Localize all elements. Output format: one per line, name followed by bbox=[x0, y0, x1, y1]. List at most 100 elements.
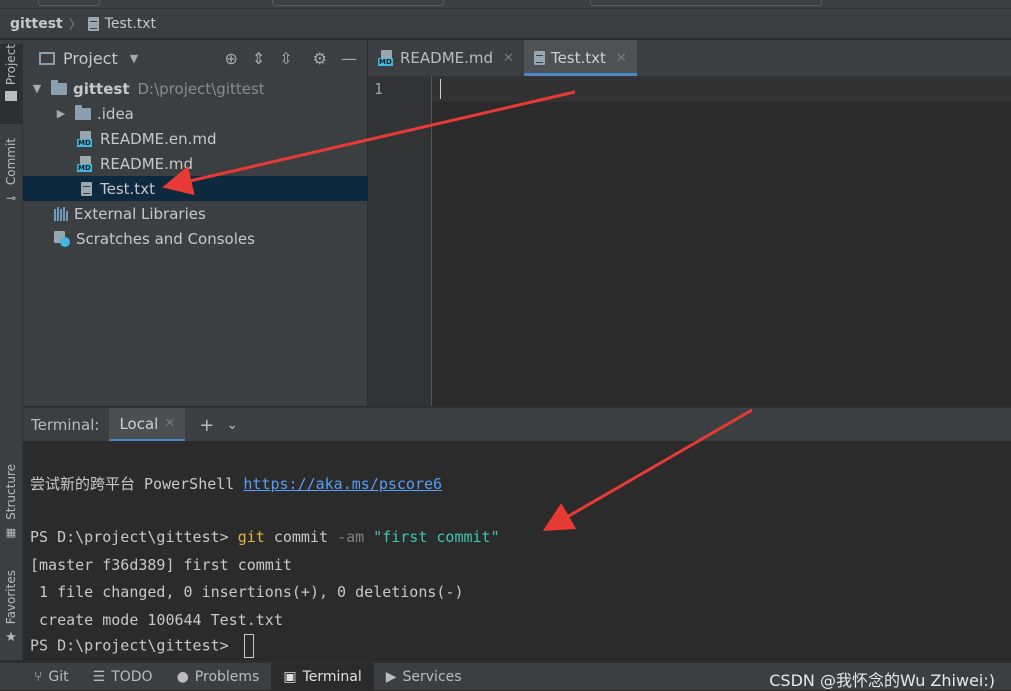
info-icon: ● bbox=[176, 668, 189, 685]
tree-item-label: gittest bbox=[73, 79, 130, 98]
status-todo-label: TODO bbox=[111, 668, 153, 685]
project-folder-icon bbox=[51, 79, 67, 95]
tree-item-gittest[interactable]: ▼ gittest D:\project\gittest bbox=[23, 76, 375, 101]
text-caret bbox=[440, 79, 441, 99]
tab-test-txt[interactable]: Test.txt ✕ bbox=[523, 40, 637, 76]
git-branch-icon: ⑂ bbox=[34, 668, 43, 685]
breadcrumb-file[interactable]: Test.txt bbox=[105, 16, 156, 32]
status-git[interactable]: ⑂ Git bbox=[0, 663, 81, 691]
scratches-icon bbox=[54, 230, 70, 247]
star-icon: ★ bbox=[5, 630, 17, 646]
terminal-prompt: PS D:\project\gittest> bbox=[30, 636, 238, 655]
editor-tabs: README.md ✕ Test.txt ✕ bbox=[368, 40, 1011, 77]
terminal-title: Terminal: bbox=[31, 416, 100, 434]
chevron-down-icon[interactable]: ▼ bbox=[31, 82, 43, 95]
line-number: 1 bbox=[374, 80, 384, 98]
markdown-file-icon bbox=[378, 50, 394, 66]
terminal-text: 尝试新的跨平台 PowerShell bbox=[30, 475, 244, 493]
locate-file-icon[interactable]: ⊕ bbox=[224, 49, 237, 68]
tool-tab-favorites-label: Favorites bbox=[4, 570, 18, 625]
terminal-cursor bbox=[243, 634, 254, 658]
folder-icon bbox=[5, 91, 17, 102]
command-flag: -am bbox=[337, 528, 365, 546]
terminal-line: PS D:\project\gittest> git commit -am "f… bbox=[30, 528, 500, 546]
tree-item-external-libraries[interactable]: External Libraries bbox=[23, 201, 398, 226]
text-file-icon bbox=[533, 51, 545, 65]
gear-icon[interactable]: ⚙ bbox=[313, 49, 327, 68]
tree-item-readme[interactable]: README.md bbox=[23, 151, 421, 176]
tree-item-label: Scratches and Consoles bbox=[76, 229, 255, 248]
tab-label: README.md bbox=[400, 49, 494, 67]
status-services-label: Services bbox=[402, 668, 462, 685]
chevron-down-icon[interactable]: ⌄ bbox=[226, 417, 238, 433]
project-view-selector[interactable]: Project ▼ bbox=[39, 49, 138, 68]
tree-item-test-txt[interactable]: Test.txt bbox=[23, 176, 425, 201]
text-file-icon bbox=[87, 16, 99, 31]
minimize-icon[interactable]: — bbox=[341, 49, 357, 68]
project-panel-header: Project ▼ ⊕ ⇕ ⇳ ⚙ — bbox=[23, 40, 367, 77]
tree-item-idea[interactable]: ▶ .idea bbox=[23, 101, 399, 126]
services-icon: ▶ bbox=[385, 668, 397, 685]
terminal-output[interactable]: 尝试新的跨平台 PowerShell https://aka.ms/pscore… bbox=[23, 441, 1011, 661]
tool-tab-structure[interactable]: Structure ▦ bbox=[0, 464, 22, 550]
tree-item-label: README.md bbox=[100, 154, 194, 173]
status-todo[interactable]: ☰ TODO bbox=[81, 663, 165, 691]
new-terminal-icon[interactable]: + bbox=[199, 415, 214, 436]
expand-all-icon[interactable]: ⇕ bbox=[252, 49, 265, 68]
tree-item-label: .idea bbox=[97, 104, 134, 123]
tree-item-label: Test.txt bbox=[100, 179, 155, 198]
terminal-line: [master f36d389] first commit bbox=[30, 556, 292, 574]
terminal-header: Terminal: Local ✕ + ⌄ bbox=[23, 407, 1011, 442]
terminal-tab-local[interactable]: Local ✕ bbox=[109, 408, 186, 442]
command-subcommand: commit bbox=[264, 528, 338, 546]
status-problems-label: Problems bbox=[194, 668, 260, 685]
project-tree: ▼ gittest D:\project\gittest ▶ .idea REA… bbox=[23, 76, 425, 406]
status-terminal-label: Terminal bbox=[302, 668, 362, 685]
close-icon[interactable]: ✕ bbox=[503, 51, 514, 66]
tool-tab-project[interactable]: Project bbox=[0, 44, 22, 124]
tree-item-label: README.en.md bbox=[100, 129, 217, 148]
tab-label: Test.txt bbox=[550, 49, 606, 67]
commit-icon: ⊸ bbox=[5, 191, 17, 206]
csdn-watermark: CSDN @我怀念的Wu Zhiwei:) bbox=[769, 671, 995, 690]
command-message: "first commit" bbox=[364, 528, 500, 546]
status-terminal[interactable]: ▣ Terminal bbox=[271, 662, 374, 691]
structure-icon: ▦ bbox=[5, 525, 17, 539]
terminal-icon: ▣ bbox=[283, 668, 297, 685]
folder-icon bbox=[75, 104, 91, 120]
status-git-label: Git bbox=[48, 668, 69, 685]
powershell-link[interactable]: https://aka.ms/pscore6 bbox=[243, 475, 442, 493]
chevron-down-icon: ▼ bbox=[129, 51, 139, 65]
tree-item-label: External Libraries bbox=[74, 204, 206, 223]
status-services[interactable]: ▶ Services bbox=[374, 663, 474, 691]
text-file-icon bbox=[81, 181, 92, 196]
tool-tab-project-label: Project bbox=[4, 44, 18, 86]
list-icon: ☰ bbox=[92, 668, 106, 685]
toolbar-strip bbox=[0, 0, 1011, 9]
close-icon[interactable]: ✕ bbox=[616, 51, 627, 66]
tree-item-readme-en[interactable]: README.en.md bbox=[23, 126, 421, 151]
breadcrumb: gittest 〉 Test.txt bbox=[0, 9, 1011, 39]
terminal-line: 1 file changed, 0 insertions(+), 0 delet… bbox=[30, 583, 464, 601]
status-problems[interactable]: ● Problems bbox=[165, 663, 272, 691]
chevron-right-icon[interactable]: ▶ bbox=[55, 107, 67, 120]
command-git: git bbox=[237, 528, 265, 546]
collapse-all-icon[interactable]: ⇳ bbox=[279, 49, 292, 68]
tool-tab-structure-label: Structure bbox=[4, 464, 18, 520]
left-tool-stripe: Project Commit ⊸ Structure ▦ Favorites ★ bbox=[0, 40, 23, 660]
tree-item-scratches[interactable]: Scratches and Consoles bbox=[23, 226, 398, 251]
editor-gutter: 1 bbox=[368, 76, 432, 406]
project-panel-title: Project bbox=[63, 48, 118, 68]
current-line-highlight bbox=[432, 76, 1011, 102]
tab-readme-md[interactable]: README.md ✕ bbox=[368, 40, 524, 76]
terminal-line: PS D:\project\gittest> bbox=[30, 634, 254, 658]
breadcrumb-project[interactable]: gittest bbox=[10, 16, 63, 32]
tool-tab-commit[interactable]: Commit ⊸ bbox=[0, 138, 22, 218]
tool-tab-commit-label: Commit bbox=[4, 138, 18, 186]
tool-tab-favorites[interactable]: Favorites ★ bbox=[0, 570, 22, 656]
close-icon[interactable]: ✕ bbox=[164, 416, 175, 431]
terminal-line: 尝试新的跨平台 PowerShell https://aka.ms/pscore… bbox=[30, 473, 442, 494]
editor-text-area[interactable] bbox=[432, 76, 1011, 406]
project-window-icon bbox=[39, 51, 55, 65]
terminal-prompt: PS D:\project\gittest> bbox=[30, 528, 238, 546]
